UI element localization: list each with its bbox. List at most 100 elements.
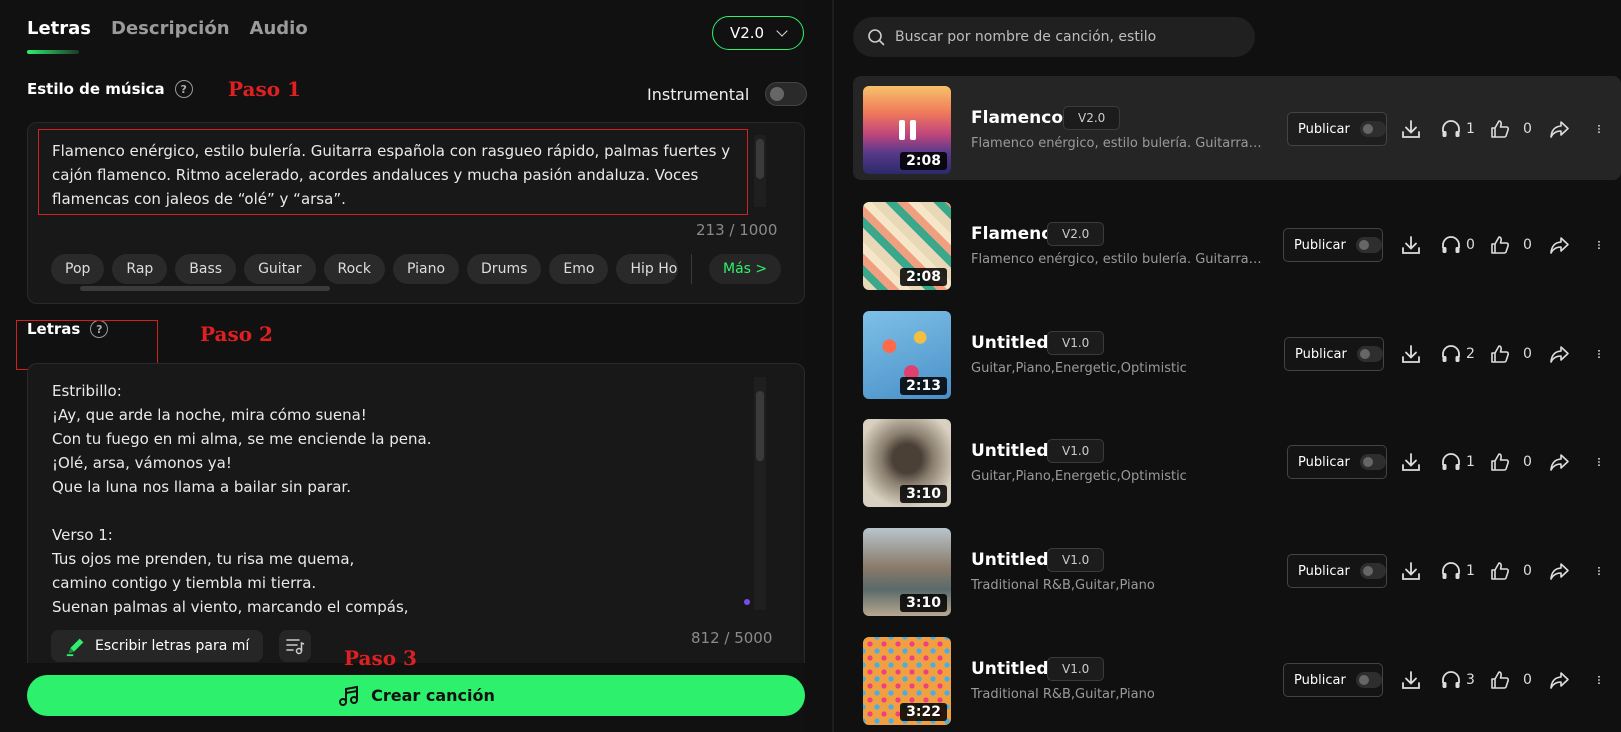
headphones-icon: [1442, 453, 1460, 470]
chip-pop[interactable]: Pop: [51, 254, 105, 284]
publish-toggle[interactable]: [1359, 121, 1386, 137]
tab-descripcion[interactable]: Descripción: [111, 18, 230, 39]
version-select[interactable]: V2.0: [712, 16, 804, 50]
help-icon[interactable]: ?: [174, 80, 193, 98]
chip-guitar[interactable]: Guitar: [244, 254, 316, 284]
song-version-badge: V2.0: [1047, 222, 1105, 246]
more-options-button[interactable]: [1594, 118, 1604, 140]
pause-icon[interactable]: [899, 120, 916, 140]
song-row[interactable]: 2:13 Untitled V1.0 Guitar,Piano,Energeti…: [853, 301, 1621, 405]
chip-hip-hop[interactable]: Hip Ho: [616, 254, 679, 284]
download-button[interactable]: [1400, 560, 1422, 582]
instrumental-toggle[interactable]: [765, 82, 808, 106]
lyrics-structure-button[interactable]: [279, 630, 311, 662]
song-row[interactable]: 3:10 Untitled V1.0 Guitar,Piano,Energeti…: [853, 409, 1621, 513]
song-title[interactable]: Untitled: [971, 550, 1049, 570]
song-title[interactable]: Flamenco: [971, 108, 1063, 128]
song-title[interactable]: Untitled: [971, 659, 1049, 679]
chip-emo[interactable]: Emo: [549, 254, 609, 284]
lyrics-textarea[interactable]: Estribillo: ¡Ay, que arde la noche, mira…: [52, 379, 431, 619]
publish-toggle[interactable]: [1359, 563, 1386, 579]
song-row[interactable]: 3:22 Untitled V1.0 Traditional R&B,Guita…: [853, 627, 1621, 731]
listens-stat: 1: [1440, 451, 1475, 473]
search-input[interactable]: [895, 29, 1235, 45]
song-row[interactable]: 2:08 Flamenco V2.0 Flamenco enérgico, es…: [853, 76, 1621, 180]
share-button[interactable]: [1548, 343, 1570, 365]
publish-toggle[interactable]: [1355, 237, 1382, 253]
song-title[interactable]: Untitled: [971, 441, 1049, 461]
publish-button[interactable]: Publicar: [1287, 112, 1387, 146]
style-scrollbar[interactable]: [754, 135, 766, 207]
more-vertical-icon: [1598, 240, 1600, 250]
like-button[interactable]: 0: [1489, 669, 1532, 691]
lyrics-scrollbar[interactable]: [754, 377, 766, 610]
style-label-text: Estilo de música: [27, 80, 165, 98]
chip-rap[interactable]: Rap: [112, 254, 168, 284]
chip-scrollbar[interactable]: [80, 286, 330, 291]
download-button[interactable]: [1400, 118, 1422, 140]
song-cover[interactable]: 3:10: [863, 528, 951, 616]
share-button[interactable]: [1548, 669, 1570, 691]
more-styles-button[interactable]: Más >: [709, 254, 782, 284]
publish-button[interactable]: Publicar: [1287, 554, 1387, 588]
song-cover[interactable]: 2:13: [863, 311, 951, 399]
publish-toggle[interactable]: [1356, 346, 1383, 362]
song-cover[interactable]: 2:08: [863, 86, 951, 174]
download-button[interactable]: [1400, 343, 1422, 365]
listens-stat: 1: [1440, 118, 1475, 140]
publish-label: Publicar: [1295, 346, 1347, 362]
download-button[interactable]: [1400, 234, 1422, 256]
download-button[interactable]: [1400, 669, 1422, 691]
style-char-counter: 213 / 1000: [696, 221, 778, 239]
more-options-button[interactable]: [1594, 669, 1604, 691]
song-cover[interactable]: 3:10: [863, 419, 951, 507]
song-row[interactable]: 2:08 Flamenco V2.0 Flamenco enérgico, es…: [853, 192, 1621, 296]
write-lyrics-button[interactable]: Escribir letras para mí: [51, 630, 264, 662]
song-description: Flamenco enérgico, estilo bulería. Guita…: [971, 136, 1265, 151]
publish-button[interactable]: Publicar: [1283, 663, 1383, 697]
song-version-badge: V1.0: [1047, 548, 1105, 572]
publish-button[interactable]: Publicar: [1284, 337, 1384, 371]
list-music-icon: [286, 639, 305, 655]
song-cover[interactable]: 3:22: [863, 637, 951, 725]
publish-toggle[interactable]: [1359, 454, 1386, 470]
publish-toggle[interactable]: [1355, 672, 1382, 688]
more-options-button[interactable]: [1594, 234, 1604, 256]
version-select-value: V2.0: [729, 24, 765, 42]
more-options-button[interactable]: [1594, 343, 1604, 365]
style-scrollbar-thumb[interactable]: [756, 139, 764, 179]
tab-letras[interactable]: Letras: [27, 18, 91, 39]
more-options-button[interactable]: [1594, 560, 1604, 582]
share-button[interactable]: [1548, 234, 1570, 256]
like-button[interactable]: 0: [1489, 118, 1532, 140]
tab-audio[interactable]: Audio: [250, 18, 308, 39]
publish-button[interactable]: Publicar: [1287, 445, 1387, 479]
publish-button[interactable]: Publicar: [1283, 228, 1383, 262]
song-row[interactable]: 3:10 Untitled V1.0 Traditional R&B,Guita…: [853, 518, 1621, 622]
like-button[interactable]: 0: [1489, 343, 1532, 365]
write-lyrics-label: Escribir letras para mí: [95, 638, 250, 654]
chip-rock[interactable]: Rock: [323, 254, 385, 284]
lyrics-scrollbar-thumb[interactable]: [756, 391, 764, 461]
chevron-down-icon: [776, 25, 788, 37]
share-button[interactable]: [1548, 560, 1570, 582]
likes-count: 0: [1523, 237, 1532, 253]
song-title[interactable]: Untitled: [971, 333, 1049, 353]
style-chip-list: Pop Rap Bass Guitar Rock Piano Drums Emo…: [51, 254, 679, 284]
song-cover[interactable]: 2:08: [863, 202, 951, 290]
more-options-button[interactable]: [1594, 451, 1604, 473]
tab-bar: Letras Descripción Audio: [27, 18, 308, 39]
chip-piano[interactable]: Piano: [392, 254, 460, 284]
chip-drums[interactable]: Drums: [467, 254, 542, 284]
like-button[interactable]: 0: [1489, 560, 1532, 582]
likes-count: 0: [1523, 121, 1532, 137]
share-button[interactable]: [1548, 118, 1570, 140]
listens-stat: 3: [1440, 669, 1475, 691]
create-song-button[interactable]: Crear canción: [27, 675, 805, 716]
chip-bass[interactable]: Bass: [175, 254, 237, 284]
like-button[interactable]: 0: [1489, 451, 1532, 473]
like-button[interactable]: 0: [1489, 234, 1532, 256]
share-icon: [1550, 121, 1569, 138]
share-button[interactable]: [1548, 451, 1570, 473]
download-button[interactable]: [1400, 451, 1422, 473]
